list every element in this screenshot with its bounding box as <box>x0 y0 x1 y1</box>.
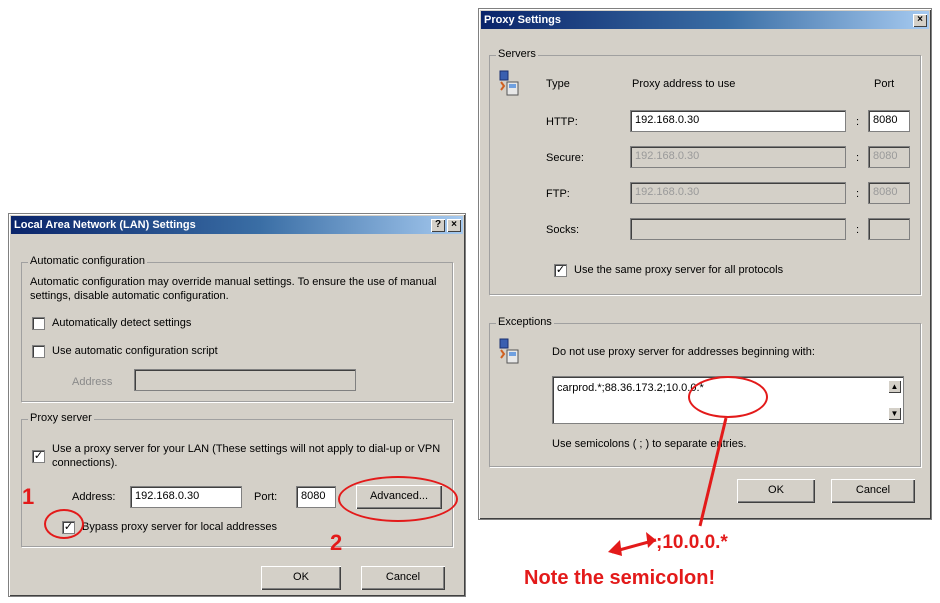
exception-entry-highlight <box>688 376 768 418</box>
proxy-dialog-title: Proxy Settings <box>484 14 562 26</box>
network-computer-icon <box>499 70 519 96</box>
use-proxy-label[interactable]: Use a proxy server for your LAN (These s… <box>52 442 444 470</box>
port-column-header: Port <box>874 78 895 90</box>
exceptions-label: Exceptions <box>496 316 554 328</box>
use-script-label[interactable]: Use automatic configuration script <box>52 345 218 357</box>
bypass-checkbox-highlight <box>44 509 84 539</box>
bypass-local-label[interactable]: Bypass proxy server for local addresses <box>82 521 277 533</box>
secure-port-input[interactable]: 8080 <box>868 146 910 168</box>
scroll-up-icon[interactable]: ▲ <box>888 380 901 393</box>
use-script-checkbox[interactable] <box>32 345 45 358</box>
auto-detect-label[interactable]: Automatically detect settings <box>52 317 191 329</box>
proxy-address-input[interactable]: 192.168.0.30 <box>130 486 242 508</box>
network-computer-icon <box>499 338 519 364</box>
step-1-marker: 1 <box>22 484 35 509</box>
automatic-configuration-label: Automatic configuration <box>28 255 147 267</box>
secure-address-input[interactable]: 192.168.0.30 <box>630 146 846 168</box>
socks-port-input[interactable] <box>868 218 910 240</box>
same-proxy-label[interactable]: Use the same proxy server for all protoc… <box>574 264 783 276</box>
proxy-server-label: Proxy server <box>28 412 94 424</box>
type-column-header: Type <box>546 78 570 90</box>
lan-settings-dialog: Local Area Network (LAN) Settings ? × Au… <box>8 213 466 597</box>
ftp-address-input[interactable]: 192.168.0.30 <box>630 182 846 204</box>
step-2-marker: 2 <box>330 530 343 555</box>
note-semicolon-text: Note the semicolon! <box>524 567 716 589</box>
ftp-colon: : <box>856 188 860 200</box>
proxy-dialog-titlebar: Proxy Settings × <box>481 11 929 29</box>
proxy-settings-dialog: Proxy Settings × Servers Type Proxy addr… <box>478 8 932 520</box>
socks-address-input[interactable] <box>630 218 846 240</box>
socks-type-label: Socks: <box>546 224 580 236</box>
scroll-down-icon[interactable]: ▼ <box>888 407 901 420</box>
socks-colon: : <box>856 224 860 236</box>
script-address-label: Address <box>72 376 113 388</box>
lan-ok-button[interactable]: OK <box>261 566 341 590</box>
script-address-input[interactable] <box>134 369 356 391</box>
http-address-input[interactable]: 192.168.0.30 <box>630 110 846 132</box>
help-button[interactable]: ? <box>431 219 445 232</box>
use-proxy-checkbox[interactable]: ✓ <box>32 450 45 463</box>
http-port-input[interactable]: 8080 <box>868 110 910 132</box>
secure-colon: : <box>856 152 860 164</box>
automatic-configuration-group: Automatic configuration Automatic config… <box>21 255 453 402</box>
lan-cancel-button[interactable]: Cancel <box>361 566 445 590</box>
proxy-close-button[interactable]: × <box>913 14 927 27</box>
proxy-ok-button[interactable]: OK <box>737 479 815 503</box>
proxy-cancel-button[interactable]: Cancel <box>831 479 915 503</box>
auto-detect-checkbox[interactable] <box>32 317 45 330</box>
automatic-configuration-description: Automatic configuration may override man… <box>30 276 437 302</box>
ftp-type-label: FTP: <box>546 188 570 200</box>
address-column-header: Proxy address to use <box>632 78 736 90</box>
secure-type-label: Secure: <box>546 152 584 164</box>
proxy-address-label: Address: <box>72 491 116 503</box>
lan-dialog-titlebar: Local Area Network (LAN) Settings ? × <box>11 216 463 234</box>
lan-dialog-title: Local Area Network (LAN) Settings <box>14 219 196 231</box>
same-proxy-checkbox[interactable]: ✓ <box>554 264 567 277</box>
close-button[interactable]: × <box>447 219 461 232</box>
servers-label: Servers <box>496 48 538 60</box>
callout-value-text: ;10.0.0.* <box>656 532 728 553</box>
ftp-port-input[interactable]: 8080 <box>868 182 910 204</box>
servers-group: Servers Type Proxy address to use Port H… <box>489 48 921 295</box>
exceptions-description: Do not use proxy server for addresses be… <box>552 346 815 358</box>
advanced-button-highlight <box>338 476 458 522</box>
proxy-port-label: Port: <box>254 491 278 503</box>
proxy-port-input[interactable]: 8080 <box>296 486 336 508</box>
http-colon: : <box>856 116 860 128</box>
exceptions-hint: Use semicolons ( ; ) to separate entries… <box>552 438 747 450</box>
http-type-label: HTTP: <box>546 116 578 128</box>
